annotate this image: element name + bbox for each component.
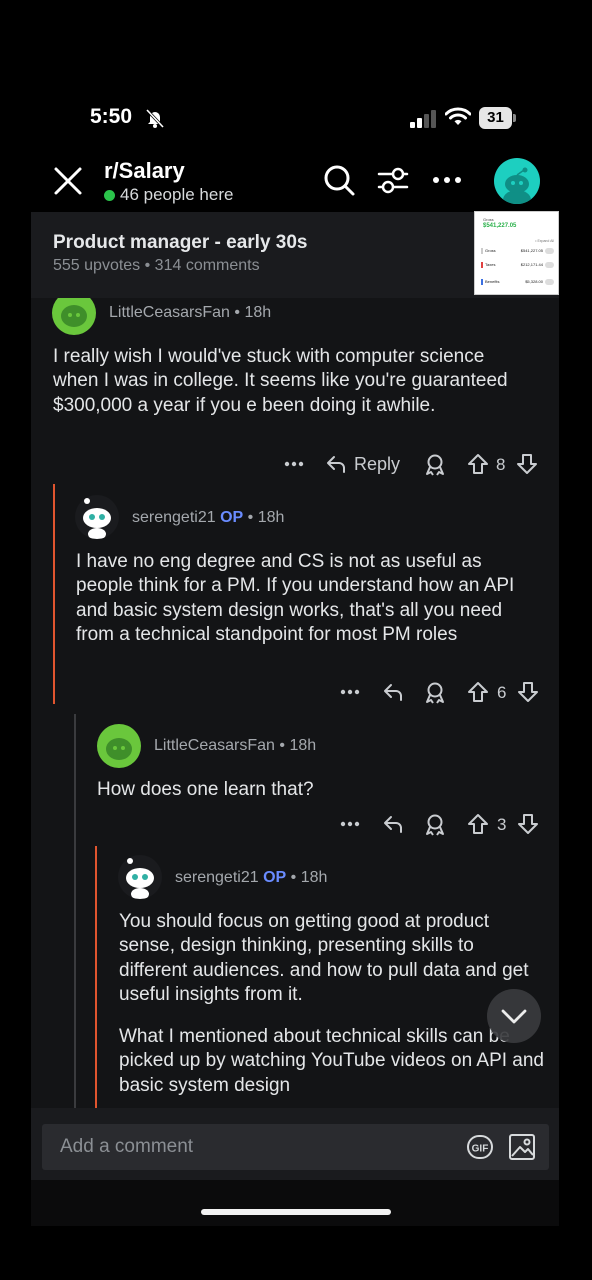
subreddit-name[interactable]: r/Salary xyxy=(104,158,185,184)
op-badge: OP xyxy=(263,869,287,886)
scroll-down-button[interactable] xyxy=(487,989,541,1043)
comment-author[interactable]: serengeti21 OP • 18h xyxy=(132,509,284,527)
battery-level: 31 xyxy=(479,107,512,129)
award-icon[interactable] xyxy=(424,813,446,837)
avatar[interactable] xyxy=(118,855,162,899)
vote-count: 3 xyxy=(497,815,507,834)
bell-muted-icon xyxy=(145,108,165,129)
vote-count: 8 xyxy=(496,455,506,474)
comment-author[interactable]: LittleCeasarsFan • 18h xyxy=(109,304,271,322)
thumb-row: Taxes $212,171.44 xyxy=(481,261,555,270)
search-icon[interactable] xyxy=(322,163,356,197)
chevron-down-icon xyxy=(501,1009,527,1024)
svg-text:GIF: GIF xyxy=(472,1144,489,1155)
comment-body-paragraph: What I mentioned about technical skills … xyxy=(119,1026,544,1096)
reply-icon[interactable] xyxy=(382,813,404,835)
thumb-row: Gross $541,227.05 xyxy=(481,247,555,256)
downvote-icon[interactable] xyxy=(517,813,539,835)
snoo-avatar-icon xyxy=(126,858,154,899)
avatar[interactable] xyxy=(97,724,141,768)
thread-line-op xyxy=(53,484,55,704)
image-icon[interactable] xyxy=(508,1133,536,1161)
snoo-avatar-icon xyxy=(503,167,531,204)
more-icon[interactable] xyxy=(340,688,360,696)
avatar[interactable] xyxy=(52,298,96,335)
reply-icon[interactable] xyxy=(325,453,347,475)
comment-actions: Reply 8 xyxy=(281,450,541,480)
downvote-icon[interactable] xyxy=(517,681,539,703)
thread-line-op xyxy=(95,846,97,1108)
gif-icon[interactable]: GIF xyxy=(466,1134,494,1160)
more-options-icon[interactable] xyxy=(430,167,464,193)
bottom-safe-area xyxy=(31,1180,559,1226)
reply-button[interactable]: Reply xyxy=(354,454,400,475)
thumb-note: • Expand All xyxy=(535,239,554,243)
battery-indicator: 31 xyxy=(479,107,516,129)
vote-count: 6 xyxy=(497,683,507,702)
thumb-row: Benefits $5,328.00 xyxy=(481,278,555,287)
online-status-dot xyxy=(104,190,115,201)
user-avatar[interactable] xyxy=(494,158,540,204)
thumb-total: $541,227.05 xyxy=(483,223,517,229)
post-thumbnail[interactable]: Gross $541,227.05 • Expand All Gross $54… xyxy=(474,211,559,295)
downvote-icon[interactable] xyxy=(516,453,538,475)
comment-actions: 6 xyxy=(337,678,547,708)
upvote-icon[interactable] xyxy=(467,813,489,835)
reply-icon[interactable] xyxy=(382,681,404,703)
upvote-icon[interactable] xyxy=(467,453,489,475)
home-indicator[interactable] xyxy=(201,1209,391,1215)
snoo-avatar-icon xyxy=(83,498,111,539)
more-icon[interactable] xyxy=(284,460,304,468)
more-icon[interactable] xyxy=(340,820,360,828)
post-title[interactable]: Product manager - early 30s xyxy=(53,232,308,254)
comments-list[interactable]: LittleCeasarsFan • 18h I really wish I w… xyxy=(31,298,559,1108)
comment-body: How does one learn that? xyxy=(97,779,314,800)
award-icon[interactable] xyxy=(424,453,446,477)
comment-author[interactable]: LittleCeasarsFan • 18h xyxy=(154,737,316,755)
thread-line xyxy=(74,714,76,1108)
comment-author[interactable]: serengeti21 OP • 18h xyxy=(175,869,327,887)
snoo-avatar-icon xyxy=(106,738,132,760)
snoo-avatar-icon xyxy=(61,305,87,327)
award-icon[interactable] xyxy=(424,681,446,705)
comment-body: I really wish I would've stuck with comp… xyxy=(53,346,508,416)
comment-actions: 3 xyxy=(337,810,547,840)
close-icon[interactable] xyxy=(51,164,85,198)
online-count: 46 people here xyxy=(120,185,234,204)
cellular-signal-icon xyxy=(410,110,436,128)
filter-settings-icon[interactable] xyxy=(376,163,410,197)
comment-body: I have no eng degree and CS is not as us… xyxy=(76,551,515,646)
comment-body: You should focus on getting good at prod… xyxy=(119,911,529,1006)
op-badge: OP xyxy=(220,509,244,526)
thumb-label: Gross xyxy=(483,217,494,222)
wifi-icon xyxy=(445,107,471,125)
avatar[interactable] xyxy=(75,495,119,539)
post-meta: 555 upvotes • 314 comments xyxy=(53,257,260,274)
status-time: 5:50 xyxy=(90,105,133,128)
upvote-icon[interactable] xyxy=(467,681,489,703)
